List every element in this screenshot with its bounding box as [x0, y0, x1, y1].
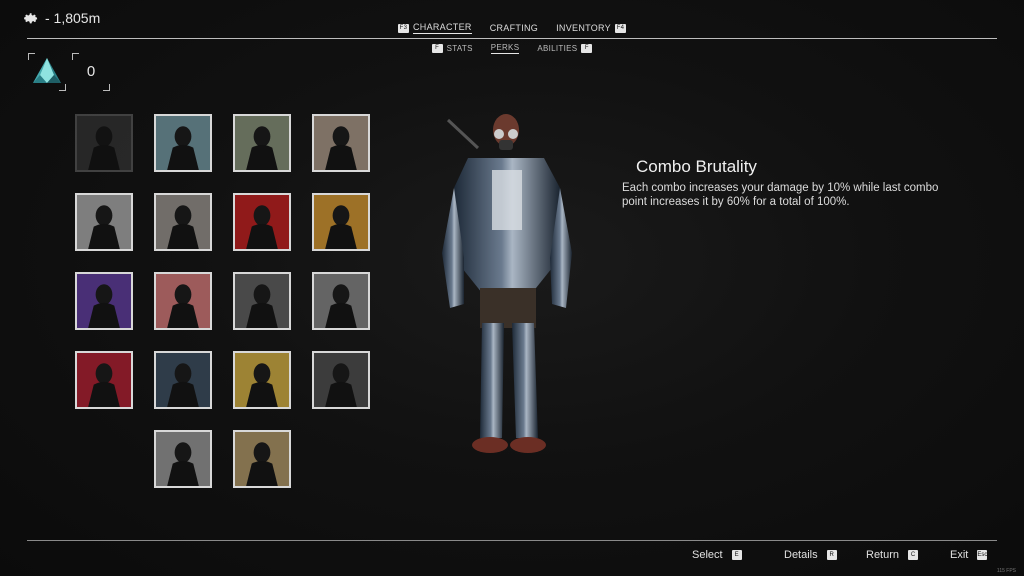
tab-label: CRAFTING [489, 23, 539, 33]
key-hint: F3 [397, 23, 409, 33]
perk-16-slot[interactable] [312, 351, 370, 409]
perk-portrait-icon [77, 274, 131, 328]
tab-label: PERKS [490, 43, 520, 54]
key-hint: F4 [615, 23, 626, 33]
perk-portrait-icon [235, 353, 289, 407]
perk-4-slot[interactable] [312, 114, 370, 172]
key-hint: F [431, 44, 443, 53]
key-hint: E [731, 550, 742, 560]
details-label: Details [784, 549, 818, 561]
perk-portrait-icon [235, 195, 289, 249]
perk-14-slot[interactable] [154, 351, 212, 409]
perk-2-slot[interactable] [154, 114, 212, 172]
perk-currency: 0 [28, 53, 110, 91]
perk-6-slot[interactable] [154, 193, 212, 251]
perk-portrait-icon [77, 195, 131, 249]
tab-label: ABILITIES [537, 44, 578, 53]
tab-perks[interactable]: PERKS [490, 43, 520, 54]
tab-label: STATS [446, 44, 473, 53]
perk-portrait-icon [156, 353, 210, 407]
perk-18-slot[interactable] [233, 430, 291, 488]
perk-grid [75, 114, 375, 494]
perk-8-slot[interactable] [312, 193, 370, 251]
sub-tabs: F STATS PERKS ABILITIES F [0, 43, 1024, 54]
select-label: Select [692, 549, 723, 561]
footer-controls: Select E Details R Return C Exit Esc [0, 549, 1024, 563]
header-divider [27, 38, 997, 39]
crystal-icon [33, 58, 61, 83]
perk-portrait-icon [314, 195, 368, 249]
return-button[interactable]: Return C [866, 549, 919, 561]
perk-portrait-icon [235, 274, 289, 328]
currency-count: 0 [86, 63, 96, 80]
tab-label: INVENTORY [556, 23, 611, 33]
main-tabs: F3 CHARACTER CRAFTING INVENTORY F4 [0, 22, 1024, 34]
key-hint: C [908, 550, 919, 560]
tab-stats[interactable]: F STATS [431, 43, 473, 54]
tab-character[interactable]: F3 CHARACTER [397, 22, 472, 34]
perk-5-slot[interactable] [75, 193, 133, 251]
tab-abilities[interactable]: ABILITIES F [537, 43, 593, 54]
perk-1-slot[interactable] [75, 114, 133, 172]
perk-title: Combo Brutality [636, 157, 757, 176]
perk-portrait-icon [235, 116, 289, 170]
crystal-slot [28, 53, 66, 91]
perk-description: Each combo increases your damage by 10% … [622, 182, 939, 208]
key-hint: R [826, 550, 837, 560]
tab-label: CHARACTER [412, 22, 472, 34]
perk-portrait-icon [77, 353, 131, 407]
perk-11-slot[interactable] [233, 272, 291, 330]
perk-10-slot[interactable] [154, 272, 212, 330]
perk-portrait-icon [156, 195, 210, 249]
character-model [442, 114, 572, 453]
footer-divider [27, 540, 997, 541]
return-label: Return [866, 549, 900, 561]
select-button[interactable]: Select E [692, 549, 742, 561]
perk-7-slot[interactable] [233, 193, 291, 251]
currency-count-slot: 0 [72, 53, 110, 91]
details-button[interactable]: Details R [784, 549, 837, 561]
perk-13-slot[interactable] [75, 351, 133, 409]
perk-15-slot[interactable] [233, 351, 291, 409]
perk-3-slot[interactable] [233, 114, 291, 172]
exit-label: Exit [950, 549, 969, 561]
perk-portrait-icon [156, 432, 210, 486]
fps-counter: 115 FPS [996, 568, 1016, 574]
tab-inventory[interactable]: INVENTORY F4 [556, 22, 626, 34]
key-hint: F [581, 44, 593, 53]
key-hint: Esc [977, 550, 988, 560]
perk-17-slot[interactable] [154, 430, 212, 488]
perk-portrait-icon [156, 116, 210, 170]
perk-portrait-icon [156, 274, 210, 328]
perk-portrait-icon [235, 432, 289, 486]
perk-portrait-icon [314, 116, 368, 170]
tab-crafting[interactable]: CRAFTING [490, 22, 538, 34]
perk-portrait-icon [77, 116, 131, 170]
perk-portrait-icon [314, 353, 368, 407]
perk-portrait-icon [314, 274, 368, 328]
perk-12-slot[interactable] [312, 272, 370, 330]
exit-button[interactable]: Exit Esc [950, 549, 987, 561]
perk-9-slot[interactable] [75, 272, 133, 330]
